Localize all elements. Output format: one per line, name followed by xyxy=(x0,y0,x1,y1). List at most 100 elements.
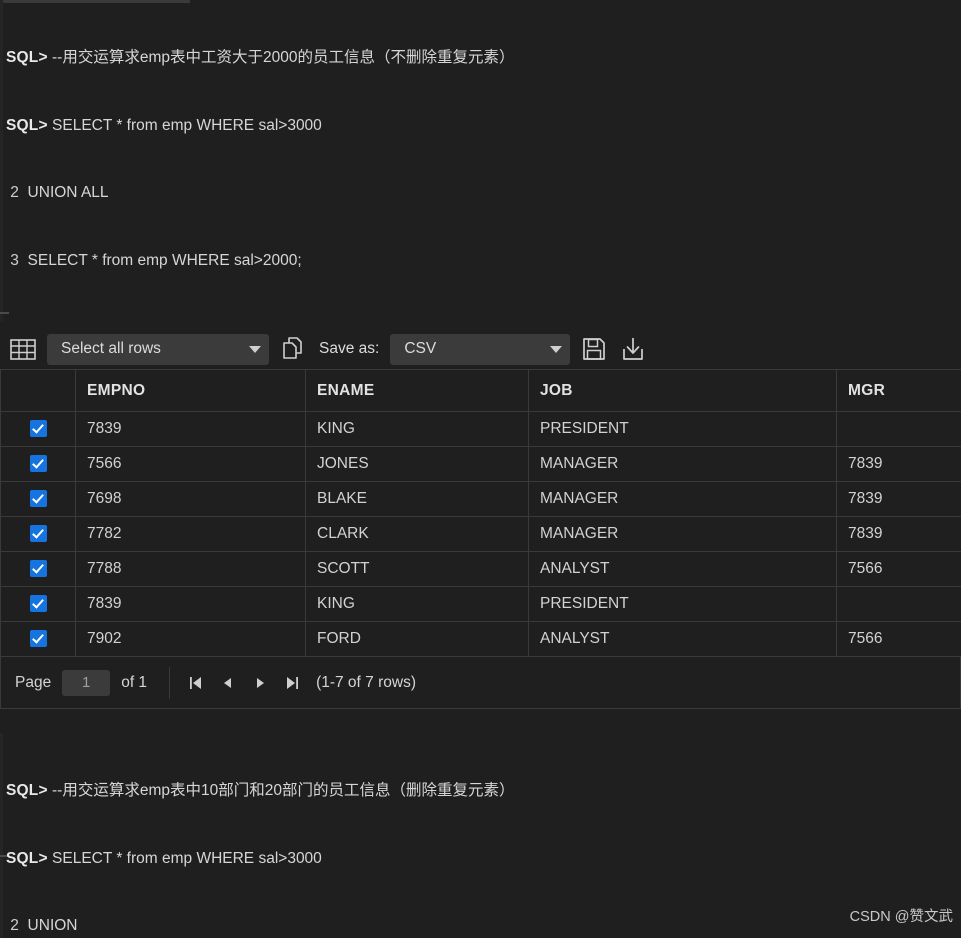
sql-line: SQL> SELECT * from emp WHERE sal>3000 xyxy=(6,115,961,138)
table-grid-icon[interactable] xyxy=(8,334,38,364)
sql-prompt: SQL> xyxy=(6,782,48,799)
row-checkbox[interactable] xyxy=(29,490,47,508)
sql-line: SQL> --用交运算求emp表中10部门和20部门的员工信息（删除重复元素） xyxy=(6,780,961,803)
sql-line-text: --用交运算求emp表中工资大于2000的员工信息（不删除重复元素） xyxy=(47,49,515,66)
row-checkbox[interactable] xyxy=(29,420,47,438)
row-checkbox[interactable] xyxy=(29,630,47,648)
spacer xyxy=(0,321,961,329)
page-total-label: of 1 xyxy=(121,673,148,691)
sql-line-text: SELECT * from emp WHERE sal>3000 xyxy=(47,116,322,134)
cell-ename: CLARK xyxy=(305,516,529,552)
download-icon[interactable] xyxy=(618,334,648,364)
select-rows-dropdown[interactable]: Select all rows xyxy=(47,333,269,365)
row-checkbox[interactable] xyxy=(29,455,47,473)
row-checkbox[interactable] xyxy=(29,595,47,613)
cell-ename: KING xyxy=(305,411,529,447)
table-row[interactable]: 7839 KING PRESIDENT xyxy=(0,411,961,447)
sql-line: SQL> --用交运算求emp表中工资大于2000的员工信息（不删除重复元素） xyxy=(6,47,961,70)
sql-statement-block-1: SQL> --用交运算求emp表中工资大于2000的员工信息（不删除重复元素） … xyxy=(0,0,961,321)
table-row[interactable]: 7902 FORD ANALYST 7566 xyxy=(0,621,961,657)
sql-line: SQL> SELECT * from emp WHERE sal>3000 xyxy=(6,848,961,871)
previous-page-icon[interactable] xyxy=(212,669,244,697)
cell-job: PRESIDENT xyxy=(528,586,837,622)
cell-empno: 7839 xyxy=(75,586,306,622)
column-header-job[interactable]: JOB xyxy=(528,369,837,412)
row-checkbox-cell[interactable] xyxy=(0,481,76,517)
cell-ename: JONES xyxy=(305,446,529,482)
cell-empno: 7839 xyxy=(75,411,306,447)
result-table-1: EMPNO ENAME JOB MGR 7839 KING PRESIDENT … xyxy=(0,369,961,657)
row-checkbox-cell[interactable] xyxy=(0,516,76,552)
cell-job: MANAGER xyxy=(528,481,837,517)
floppy-save-icon[interactable] xyxy=(579,334,609,364)
sql-line-text: --用交运算求emp表中10部门和20部门的员工信息（删除重复元素） xyxy=(47,782,515,799)
select-all-header-cell[interactable] xyxy=(0,369,76,412)
page-label: Page xyxy=(15,673,52,691)
sql-line-text: SELECT * from emp WHERE sal>3000 xyxy=(47,849,322,867)
sql-prompt: SQL> xyxy=(6,49,48,66)
row-checkbox[interactable] xyxy=(29,525,47,543)
cell-empno: 7782 xyxy=(75,516,306,552)
result-grid-toolbar-1: Select all rows Save as: CSV xyxy=(0,329,961,369)
copy-icon[interactable] xyxy=(278,334,308,364)
cell-mgr xyxy=(836,586,961,622)
row-checkbox-cell[interactable] xyxy=(0,411,76,447)
sql-line: 2 UNION xyxy=(6,915,961,938)
pagination-bar: Page of 1 xyxy=(0,657,961,709)
cell-mgr: 7839 xyxy=(836,446,961,482)
sql-line-text: UNION xyxy=(18,917,78,934)
select-rows-value: Select all rows xyxy=(61,340,161,357)
cell-empno: 7788 xyxy=(75,551,306,587)
sql-line-number: 3 xyxy=(6,251,19,269)
row-checkbox-cell[interactable] xyxy=(0,551,76,587)
sql-line-number: 2 xyxy=(6,917,19,934)
cell-ename: FORD xyxy=(305,621,529,657)
cell-job: MANAGER xyxy=(528,516,837,552)
sql-statement-block-2: SQL> --用交运算求emp表中10部门和20部门的员工信息（删除重复元素） … xyxy=(0,733,961,938)
row-checkbox[interactable] xyxy=(29,560,47,578)
table-row[interactable]: 7839 KING PRESIDENT xyxy=(0,586,961,622)
last-page-icon[interactable] xyxy=(276,669,308,697)
cell-mgr: 7566 xyxy=(836,621,961,657)
cell-empno: 7698 xyxy=(75,481,306,517)
sql-line-text: SELECT * from emp WHERE sal>2000; xyxy=(18,251,302,269)
next-page-icon[interactable] xyxy=(244,669,276,697)
save-as-label: Save as: xyxy=(319,340,380,357)
cell-ename: KING xyxy=(305,586,529,622)
sql-line: 2 UNION ALL xyxy=(6,182,961,205)
row-checkbox-cell[interactable] xyxy=(0,446,76,482)
table-row[interactable]: 7788 SCOTT ANALYST 7566 xyxy=(0,551,961,587)
sql-line: 3 SELECT * from emp WHERE sal>2000; xyxy=(6,250,961,273)
result-table-1-body: 7839 KING PRESIDENT 7566 JONES MANAGER 7… xyxy=(0,411,961,657)
sql-console-page: SQL> --用交运算求emp表中工资大于2000的员工信息（不删除重复元素） … xyxy=(0,0,961,938)
row-checkbox-cell[interactable] xyxy=(0,586,76,622)
column-header-empno[interactable]: EMPNO xyxy=(75,369,306,412)
row-count-label: (1-7 of 7 rows) xyxy=(316,673,416,691)
table-header-row: EMPNO ENAME JOB MGR xyxy=(0,369,961,412)
table-row[interactable]: 7698 BLAKE MANAGER 7839 xyxy=(0,481,961,517)
table-row[interactable]: 7566 JONES MANAGER 7839 xyxy=(0,446,961,482)
spacer xyxy=(0,709,961,733)
table-row[interactable]: 7782 CLARK MANAGER 7839 xyxy=(0,516,961,552)
save-format-dropdown[interactable]: CSV xyxy=(390,333,571,365)
sql-line-text: UNION ALL xyxy=(18,184,109,201)
row-checkbox-cell[interactable] xyxy=(0,621,76,657)
column-header-mgr[interactable]: MGR xyxy=(836,369,961,412)
first-page-icon[interactable] xyxy=(180,669,212,697)
divider xyxy=(169,666,171,699)
sql-prompt: SQL> xyxy=(6,849,48,867)
cell-job: PRESIDENT xyxy=(528,411,837,447)
save-format-value: CSV xyxy=(404,340,437,357)
cell-job: ANALYST xyxy=(528,551,837,587)
cell-mgr: 7566 xyxy=(836,551,961,587)
chevron-down-icon xyxy=(249,345,261,353)
cell-ename: SCOTT xyxy=(305,551,529,587)
page-number-input[interactable] xyxy=(62,669,111,696)
column-header-ename[interactable]: ENAME xyxy=(305,369,529,412)
cell-mgr xyxy=(836,411,961,447)
cell-job: MANAGER xyxy=(528,446,837,482)
cell-mgr: 7839 xyxy=(836,516,961,552)
sql-prompt: SQL> xyxy=(6,116,48,134)
sql-line-number: 2 xyxy=(6,184,19,201)
cell-job: ANALYST xyxy=(528,621,837,657)
